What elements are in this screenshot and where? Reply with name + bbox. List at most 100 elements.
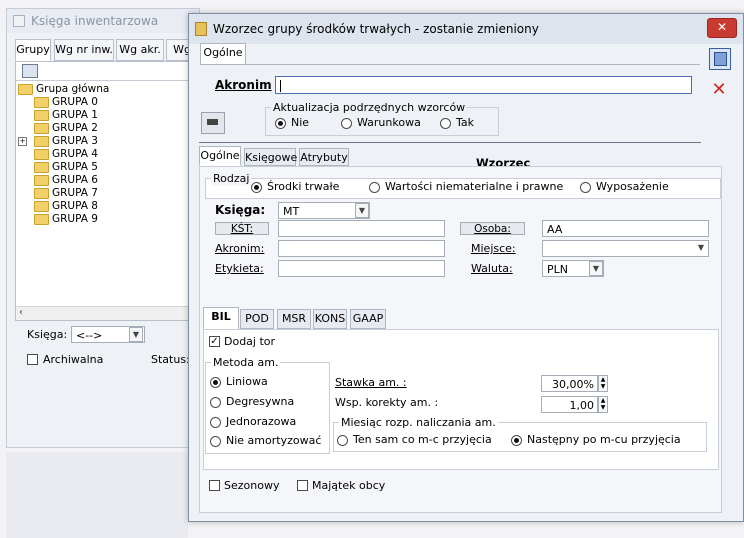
cancel-button[interactable]: ✕ xyxy=(709,80,729,100)
sezonowy-checkbox[interactable] xyxy=(209,480,220,491)
osoba-button[interactable]: Osoba: xyxy=(460,222,525,235)
tab-kons[interactable]: KONS xyxy=(313,309,347,329)
sezonowy-label: Sezonowy xyxy=(224,479,280,492)
folder-icon xyxy=(18,83,33,95)
ksiega-chevron-down-icon[interactable]: ▼ xyxy=(355,203,369,218)
dodaj-tor-label: Dodaj tor xyxy=(224,335,276,348)
aktualizacja-option-label: Tak xyxy=(456,116,475,129)
cancel-x-icon: ✕ xyxy=(711,79,727,100)
metoda-option-label: Nie amortyzować xyxy=(226,434,322,447)
aktualizacja-radio-2[interactable] xyxy=(440,118,451,129)
ksiega-label: Księga: xyxy=(27,328,68,341)
metoda-radio-0[interactable] xyxy=(210,377,221,388)
save-icon xyxy=(714,52,727,66)
kst-input[interactable] xyxy=(278,220,445,237)
tab-gaap[interactable]: GAAP xyxy=(350,309,386,329)
metoda-radio-1[interactable] xyxy=(210,397,221,408)
tab-atrybuty[interactable]: Atrybuty xyxy=(299,148,349,166)
miesiac-radio-0[interactable] xyxy=(337,435,348,446)
tab-wg-nr-inw[interactable]: Wg nr inw. xyxy=(54,39,114,61)
wsp-korekty-label: Wsp. korekty am. : xyxy=(335,396,439,409)
tree-item[interactable]: GRUPA 5 xyxy=(34,161,98,174)
save-button[interactable] xyxy=(709,48,731,70)
tree-toolbar-icon[interactable] xyxy=(22,64,38,78)
tree-item[interactable]: GRUPA 1 xyxy=(34,109,98,122)
dialog-title: Wzorzec grupy środków trwałych - zostani… xyxy=(213,22,539,36)
tree-item[interactable]: GRUPA 4 xyxy=(34,148,98,161)
background-window-title: Księga inwentarzowa xyxy=(31,14,159,28)
rodzaj-option-label: Wartości niematerialne i prawne xyxy=(385,180,564,193)
wsp-korekty-spinner[interactable]: ▲ ▼ xyxy=(598,396,608,413)
scroll-left-icon[interactable]: ‹ xyxy=(19,307,23,318)
tab-pod[interactable]: POD xyxy=(240,309,274,329)
folder-icon xyxy=(34,122,49,134)
rodzaj-radio-1[interactable] xyxy=(369,182,380,193)
copy-template-button[interactable] xyxy=(201,112,225,134)
tree-item[interactable]: GRUPA 0 xyxy=(34,96,98,109)
miesiac-label: Miesiąc rozp. naliczania am. xyxy=(339,416,498,430)
tab-ogolne-top[interactable]: Ogólne xyxy=(200,43,246,65)
majatek-obcy-label: Majątek obcy xyxy=(312,479,386,492)
tab-ksiegowe[interactable]: Księgowe xyxy=(244,148,297,166)
wsp-korekty-input[interactable]: 1,00 xyxy=(541,396,598,413)
miejsce-select[interactable] xyxy=(542,240,709,257)
tree-root[interactable]: Grupa główna xyxy=(18,83,109,96)
stawka-spinner[interactable]: ▲ ▼ xyxy=(598,375,608,392)
expand-icon[interactable]: + xyxy=(18,137,27,146)
rodzaj-option-label: Wyposażenie xyxy=(596,180,669,193)
waluta-chevron-down-icon[interactable]: ▼ xyxy=(589,261,603,276)
tree-item[interactable]: GRUPA 6 xyxy=(34,174,98,187)
tree-item[interactable]: + GRUPA 3 xyxy=(18,135,98,148)
stawka-input[interactable]: 30,00% xyxy=(541,375,598,392)
folder-icon xyxy=(34,96,49,108)
akronim-input[interactable] xyxy=(275,76,692,94)
akronim-field-input[interactable] xyxy=(278,240,445,257)
tree-item[interactable]: GRUPA 8 xyxy=(34,200,98,213)
tree-item[interactable]: GRUPA 7 xyxy=(34,187,98,200)
etykieta-label: Etykieta: xyxy=(215,262,264,275)
group-tree[interactable]: Grupa główna GRUPA 0 GRUPA 1 GRUPA 2 + GRUPA… xyxy=(15,61,193,321)
chevron-down-icon[interactable]: ▼ xyxy=(129,327,143,342)
rodzaj-radio-2[interactable] xyxy=(580,182,591,193)
close-icon: ✕ xyxy=(716,20,728,34)
background-titlebar: Księga inwentarzowa xyxy=(7,9,199,33)
osoba-input[interactable]: AA xyxy=(542,220,709,237)
close-button[interactable]: ✕ xyxy=(707,18,737,38)
etykieta-input[interactable] xyxy=(278,260,445,277)
background-window: Księga inwentarzowa Grupy Wg nr inw. Wg … xyxy=(6,8,200,448)
aktualizacja-radio-1[interactable] xyxy=(341,118,352,129)
tree-item[interactable]: GRUPA 9 xyxy=(34,213,98,226)
tab-ogolne[interactable]: Ogólne xyxy=(199,146,241,166)
akronim-label: Akronim xyxy=(215,78,272,92)
metoda-option-label: Jednorazowa xyxy=(226,415,297,428)
dialog-titlebar: Wzorzec grupy środków trwałych - zostani… xyxy=(189,14,743,44)
metoda-radio-2[interactable] xyxy=(210,417,221,428)
tab-msr[interactable]: MSR xyxy=(277,309,311,329)
aktualizacja-radio-0[interactable] xyxy=(275,118,286,129)
folder-icon xyxy=(34,148,49,160)
tree-item[interactable]: GRUPA 2 xyxy=(34,122,98,135)
dodaj-tor-checkbox[interactable]: ✓ xyxy=(209,336,220,347)
archiwalna-checkbox[interactable] xyxy=(27,354,38,365)
rodzaj-radio-0[interactable] xyxy=(251,182,262,193)
miesiac-radio-1[interactable] xyxy=(511,435,522,446)
miejsce-chevron-down-icon[interactable]: ▼ xyxy=(694,241,708,256)
folder-icon xyxy=(34,174,49,186)
akronim-field-label: Akronim: xyxy=(215,242,265,255)
rodzaj-label: Rodzaj xyxy=(211,172,252,186)
kst-button[interactable]: KŚT: xyxy=(215,222,269,235)
metoda-option-label: Liniowa xyxy=(226,375,268,388)
stawka-label: Stawka am. : xyxy=(335,376,407,389)
folder-icon xyxy=(34,200,49,212)
tab-bil[interactable]: BIL xyxy=(203,307,239,330)
majatek-obcy-checkbox[interactable] xyxy=(297,480,308,491)
tab-wg-akr[interactable]: Wg akr. xyxy=(116,39,164,61)
metoda-radio-3[interactable] xyxy=(210,436,221,447)
folder-icon xyxy=(34,213,49,225)
tree-scrollbar[interactable]: ‹ xyxy=(16,306,192,320)
miesiac-option-label: Następny po m-cu przyjęcia xyxy=(527,433,681,446)
folder-icon xyxy=(34,187,49,199)
waluta-label: Waluta: xyxy=(471,262,513,275)
tab-grupy[interactable]: Grupy xyxy=(15,39,51,61)
aktualizacja-label: Aktualizacja podrzędnych wzorców xyxy=(271,101,468,115)
